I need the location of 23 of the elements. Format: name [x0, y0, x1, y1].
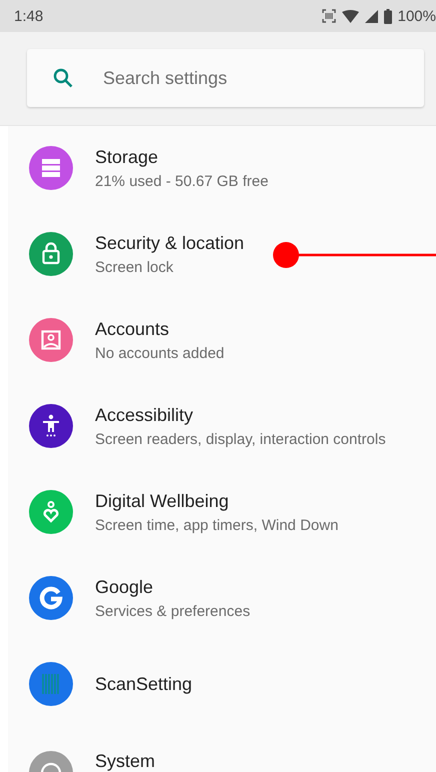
scanner-icon [322, 9, 336, 23]
setting-summary: Screen readers, display, interaction controls [95, 430, 386, 448]
search-input[interactable]: Search settings [103, 68, 424, 88]
setting-title: Digital Wellbeing [95, 490, 230, 512]
setting-title: Storage [95, 146, 160, 168]
battery-icon [384, 8, 392, 24]
search-icon [53, 68, 73, 88]
setting-summary: Screen time, app timers, Wind Down [95, 516, 338, 534]
setting-summary: 21% used - 50.67 GB free [95, 172, 268, 190]
battery-percentage: 100% [398, 8, 436, 24]
setting-title: Accounts [95, 318, 170, 340]
setting-title: System [95, 751, 156, 772]
setting-title: Security & location [95, 232, 244, 254]
search-field[interactable]: Search settings [27, 49, 424, 107]
wifi-icon [342, 10, 359, 22]
setting-summary: Screen lock [95, 258, 174, 276]
clock-time: 1:48 [14, 8, 44, 24]
setting-summary: Services & preferences [95, 602, 250, 620]
signal-icon [364, 10, 378, 22]
setting-title: Google [95, 576, 154, 598]
setting-title: Accessibility [95, 404, 194, 426]
setting-title: ScanSetting [95, 674, 192, 694]
setting-summary: No accounts added [95, 344, 224, 362]
